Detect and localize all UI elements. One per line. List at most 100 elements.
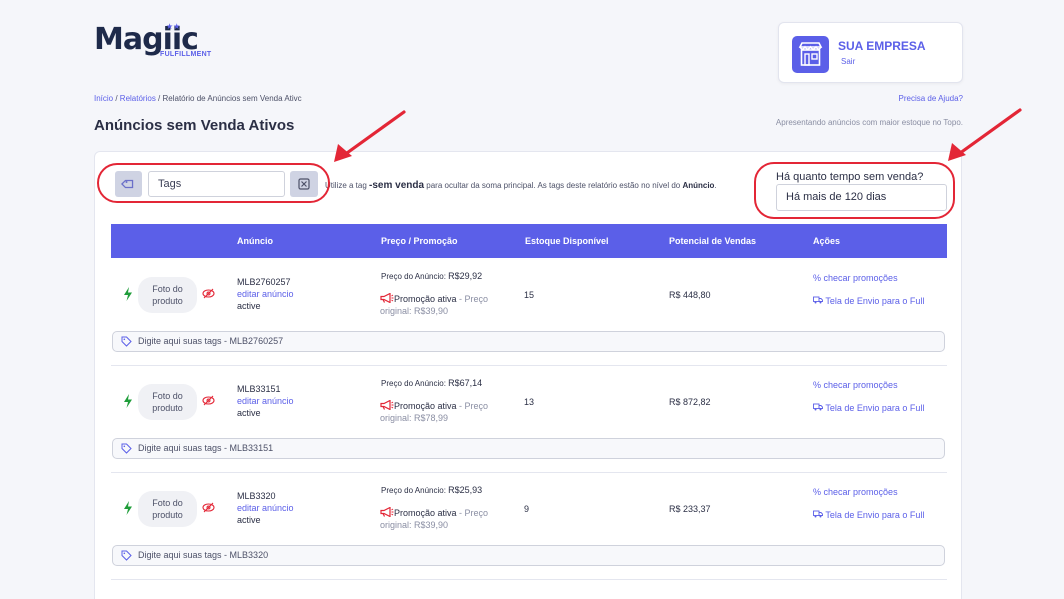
shipping-screen-link[interactable]: Tela de Envio para o Full: [813, 403, 924, 413]
column-header: Ações: [813, 236, 841, 246]
price-label: Preço do Anúncio:: [381, 272, 449, 281]
percent-icon: %: [813, 273, 822, 283]
shipping-screen-label: Tela de Envio para o Full: [825, 296, 925, 306]
company-card: SUA EMPRESA Sair: [778, 22, 963, 83]
tag-icon: [121, 336, 132, 347]
stock-available: 9: [524, 504, 530, 514]
promotion-label: Promoção ativa: [394, 508, 457, 518]
truck-icon: [813, 510, 823, 518]
brand-logo: Magiic ★★ FULFILLMENT: [94, 22, 224, 64]
column-header: Potencial de Vendas: [669, 236, 757, 246]
row-tags-input[interactable]: Digite aqui suas tags - MLB3320: [112, 545, 945, 566]
tag-hint-prefix: Utilize a tag: [325, 181, 370, 190]
percent-icon: %: [813, 487, 822, 497]
bolt-icon: [124, 394, 132, 408]
promotion-info: Promoção ativa - Preço original: R$39,90: [380, 293, 510, 317]
product-photo: Foto do produto: [138, 491, 197, 527]
ad-code: MLB33151: [237, 384, 281, 394]
annotation-arrow: [334, 110, 406, 162]
help-link[interactable]: Precisa de Ajuda?: [899, 94, 964, 103]
megaphone-icon: [380, 507, 394, 517]
row-tags-placeholder: Digite aqui suas tags - MLB33151: [138, 443, 274, 453]
eye-off-icon[interactable]: [201, 500, 216, 515]
promotion-separator: -: [456, 294, 465, 304]
row-tags-input[interactable]: Digite aqui suas tags - MLB33151: [112, 438, 945, 459]
product-photo: Foto do produto: [138, 277, 197, 313]
check-promotions-link[interactable]: % checar promoções: [813, 487, 898, 497]
shipping-screen-label: Tela de Envio para o Full: [825, 510, 925, 520]
shipping-screen-link[interactable]: Tela de Envio para o Full: [813, 510, 924, 520]
breadcrumb-home[interactable]: Início: [94, 94, 113, 103]
promotion-info: Promoção ativa - Preço original: R$39,90: [380, 507, 510, 531]
logo-subtitle: FULFILLMENT: [160, 51, 212, 58]
page-subtitle: Apresentando anúncios com maior estoque …: [775, 118, 963, 127]
tag-hint: Utilize a tag -sem venda para ocultar da…: [325, 180, 717, 191]
check-promotions-label: checar promoções: [823, 380, 898, 390]
store-icon: [792, 36, 829, 73]
ad-price: Preço do Anúncio: R$25,93: [381, 485, 482, 495]
stock-available: 15: [524, 290, 535, 300]
check-promotions-label: checar promoções: [823, 487, 898, 497]
check-promotions-link[interactable]: % checar promoções: [813, 380, 898, 390]
ad-status: active: [237, 515, 261, 525]
highlight-time-filter: [754, 162, 955, 219]
table-row: Foto do produto MLB2760257 editar anúnci…: [111, 259, 947, 366]
promotion-label: Promoção ativa: [394, 401, 457, 411]
check-promotions-label: checar promoções: [823, 273, 898, 283]
original-price: R$39,90: [414, 520, 449, 530]
ad-code: MLB2760257: [237, 277, 291, 287]
ad-status: active: [237, 301, 261, 311]
annotation-arrow: [948, 108, 1022, 161]
ad-price: Preço do Anúncio: R$67,14: [381, 378, 482, 388]
sales-potential: R$ 448,80: [669, 290, 711, 300]
tag-icon: [121, 550, 132, 561]
stock-available: 13: [524, 397, 535, 407]
price-value: R$67,14: [448, 378, 483, 388]
tag-hint-tag: -sem venda: [369, 180, 425, 191]
eye-off-icon[interactable]: [201, 393, 216, 408]
edit-ad-link[interactable]: editar anúncio: [237, 503, 294, 513]
promotion-separator: -: [456, 508, 465, 518]
sales-potential: R$ 872,82: [669, 397, 711, 407]
shipping-screen-label: Tela de Envio para o Full: [825, 403, 925, 413]
logo-stars: ★★: [166, 22, 181, 31]
breadcrumb-current: Relatório de Anúncios sem Venda Ativc: [162, 94, 302, 103]
ad-status: active: [237, 408, 261, 418]
megaphone-icon: [380, 400, 394, 410]
shipping-screen-link[interactable]: Tela de Envio para o Full: [813, 296, 924, 306]
tag-icon: [121, 443, 132, 454]
bolt-icon: [124, 287, 132, 301]
edit-ad-link[interactable]: editar anúncio: [237, 396, 294, 406]
price-value: R$25,93: [448, 485, 483, 495]
column-header: Estoque Disponível: [525, 236, 609, 246]
edit-ad-link[interactable]: editar anúncio: [237, 289, 294, 299]
page-title: Anúncios sem Venda Ativos: [94, 117, 295, 134]
row-tags-placeholder: Digite aqui suas tags - MLB2760257: [138, 336, 284, 346]
product-photo: Foto do produto: [138, 384, 197, 420]
price-value: R$29,92: [448, 271, 483, 281]
table-row: Foto do produto MLB3320 editar anúncio a…: [111, 473, 947, 580]
truck-icon: [813, 403, 823, 411]
tag-hint-suffix: .: [714, 181, 717, 190]
sales-potential: R$ 233,37: [669, 504, 711, 514]
tag-hint-middle: para ocultar da soma principal. As tags …: [424, 181, 683, 190]
breadcrumb-separator: /: [113, 94, 120, 103]
percent-icon: %: [813, 380, 822, 390]
eye-off-icon[interactable]: [201, 286, 216, 301]
promotion-label: Promoção ativa: [394, 294, 457, 304]
company-name: SUA EMPRESA: [838, 39, 926, 53]
highlight-tags-filter: [97, 163, 330, 203]
promotion-separator: -: [456, 401, 465, 411]
row-tags-placeholder: Digite aqui suas tags - MLB3320: [138, 550, 269, 560]
logout-link[interactable]: Sair: [841, 57, 855, 66]
breadcrumb: Início / Relatórios / Relatório de Anúnc…: [94, 94, 302, 103]
promotion-info: Promoção ativa - Preço original: R$78,99: [380, 400, 510, 424]
truck-icon: [813, 296, 823, 304]
table-header: Anúncio Preço / Promoção Estoque Disponí…: [111, 224, 947, 258]
original-price: R$39,90: [414, 306, 449, 316]
ad-price: Preço do Anúncio: R$29,92: [381, 271, 482, 281]
check-promotions-link[interactable]: % checar promoções: [813, 273, 898, 283]
row-tags-input[interactable]: Digite aqui suas tags - MLB2760257: [112, 331, 945, 352]
price-label: Preço do Anúncio:: [381, 379, 449, 388]
breadcrumb-reports[interactable]: Relatórios: [120, 94, 156, 103]
